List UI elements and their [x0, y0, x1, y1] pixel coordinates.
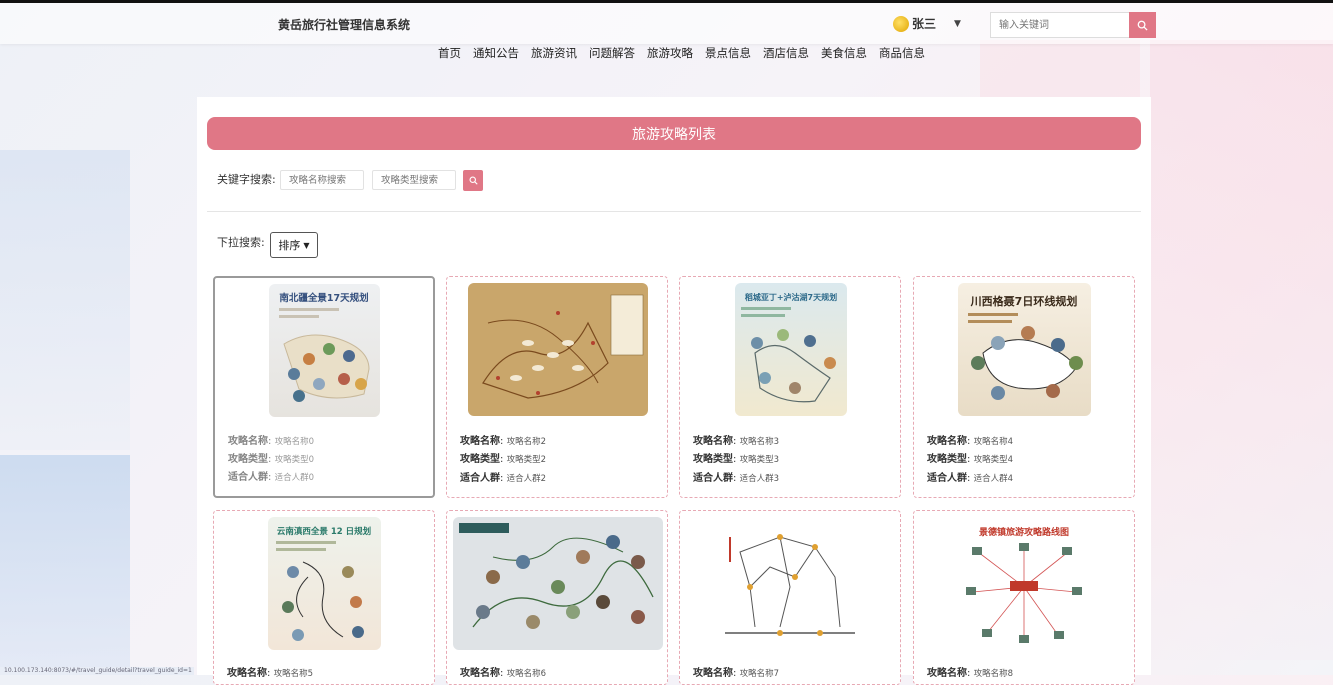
nav-item-home[interactable]: 首页	[432, 45, 467, 61]
guide-type-value: 攻略类型2	[506, 455, 546, 465]
header-search	[990, 12, 1156, 38]
list-title: 旅游攻略列表	[207, 117, 1141, 150]
guide-name-value: 攻略名称2	[506, 437, 546, 447]
divider	[207, 211, 1141, 212]
nav-item-attractions[interactable]: 景点信息	[699, 45, 757, 61]
guide-crowd-value: 适合人群2	[506, 474, 546, 484]
map-image	[482, 294, 644, 399]
sort-dropdown-label: 排序	[278, 239, 301, 252]
guide-type-field: 攻略类型: 攻略类型3	[693, 454, 779, 465]
keyword-search-label: 关键字搜索:	[217, 173, 276, 186]
guide-name-value: 攻略名称7	[739, 669, 779, 679]
caret-down-icon[interactable]: ▼	[954, 19, 961, 29]
guide-crowd-value: 适合人群3	[739, 474, 779, 484]
guide-crowd-value: 适合人群0	[274, 473, 314, 483]
guide-type-field: 攻略类型: 攻略类型4	[927, 454, 1013, 465]
top-bar: 黄岳旅行社管理信息系统 张三 ▼	[0, 0, 1333, 44]
guide-name-field: 攻略名称: 攻略名称5	[227, 668, 313, 679]
search-icon	[468, 176, 478, 185]
map-image: 云南滇西全景 12 日规划	[276, 526, 371, 641]
status-bar-url: 10.100.173.140:8073/#/travel_guide/detai…	[0, 667, 194, 675]
map-image: 景德镇旅游攻略路线图	[966, 526, 1082, 643]
guide-card[interactable]: 攻略名称: 攻略名称7	[679, 510, 901, 685]
guide-card[interactable]: 云南滇西全景 12 日规划 攻略名称: 攻略名称5	[213, 510, 435, 685]
guide-name-value: 攻略名称0	[274, 437, 314, 447]
guide-thumbnail[interactable]: 川西格聂7日环线规划	[958, 283, 1091, 416]
guide-thumbnail[interactable]	[468, 283, 648, 416]
header-search-button[interactable]	[1129, 12, 1156, 38]
keyword-search-button[interactable]	[463, 170, 483, 191]
nav-item-hotels[interactable]: 酒店信息	[757, 45, 815, 61]
guide-type-field: 攻略类型: 攻略类型0	[228, 454, 314, 465]
map-image: 稻城亚丁+泸沽湖7天规划	[741, 292, 837, 403]
guide-card[interactable]: 景德镇旅游攻略路线图 攻略名称: 攻略名称8	[913, 510, 1135, 685]
guide-card[interactable]: 川西格聂7日环线规划 攻略名称: 攻略名称4 攻略类型: 攻略类型4 适合人群:…	[913, 276, 1135, 498]
header-search-input[interactable]	[990, 12, 1129, 38]
guide-name-field: 攻略名称: 攻略名称3	[693, 436, 779, 447]
map-image	[459, 523, 654, 629]
guide-crowd-field: 适合人群: 适合人群0	[228, 472, 314, 483]
thumb-title: 景德镇旅游攻略路线图	[979, 526, 1069, 538]
user-name: 张三	[912, 17, 937, 31]
guide-type-search-input[interactable]	[372, 170, 456, 190]
guide-card[interactable]: 攻略名称: 攻略名称6	[446, 510, 668, 685]
search-icon	[1137, 20, 1148, 31]
avatar	[893, 15, 909, 32]
guide-name-search-input[interactable]	[280, 170, 364, 190]
guide-type-value: 攻略类型0	[274, 455, 314, 465]
guide-thumbnail[interactable]	[720, 517, 860, 650]
guide-card[interactable]: 稻城亚丁+泸沽湖7天规划 攻略名称: 攻略名称3 攻略类型: 攻略类型3 适合人…	[679, 276, 901, 498]
guide-name-field: 攻略名称: 攻略名称4	[927, 436, 1013, 447]
guide-type-value: 攻略类型3	[739, 455, 779, 465]
guide-thumbnail[interactable]: 稻城亚丁+泸沽湖7天规划	[735, 283, 847, 416]
background-shape	[1150, 40, 1333, 660]
nav-item-food[interactable]: 美食信息	[815, 45, 873, 61]
guide-name-field: 攻略名称: 攻略名称2	[460, 436, 546, 447]
nav-item-news[interactable]: 旅游资讯	[525, 45, 583, 61]
nav-item-guides[interactable]: 旅游攻略	[641, 45, 699, 61]
guide-name-field: 攻略名称: 攻略名称8	[927, 668, 1013, 679]
guide-thumbnail[interactable]: 景德镇旅游攻略路线图	[958, 517, 1091, 650]
map-image	[725, 534, 855, 636]
main-nav: 首页 通知公告 旅游资讯 问题解答 旅游攻略 景点信息 酒店信息 美食信息 商品…	[0, 45, 1333, 61]
guide-crowd-field: 适合人群: 适合人群3	[693, 473, 779, 484]
guide-thumbnail[interactable]	[453, 517, 663, 650]
guide-crowd-field: 适合人群: 适合人群4	[927, 473, 1013, 484]
dropdown-search-label: 下拉搜索:	[217, 236, 265, 249]
caret-down-icon: ▼	[303, 240, 310, 250]
guide-card[interactable]: 南北疆全景17天规划 攻略名称: 攻略名称0 攻略类型: 攻略类型0 适合人群:…	[213, 276, 435, 498]
nav-item-qa[interactable]: 问题解答	[583, 45, 641, 61]
guide-name-field: 攻略名称: 攻略名称0	[228, 436, 314, 447]
thumb-title: 云南滇西全景 12 日规划	[277, 526, 371, 537]
background-shape	[0, 455, 130, 675]
thumb-title: 稻城亚丁+泸沽湖7天规划	[745, 292, 837, 302]
user-menu[interactable]: 张三 ▼	[893, 15, 961, 32]
sort-dropdown[interactable]: 排序 ▼	[270, 232, 318, 258]
guide-crowd-value: 适合人群4	[973, 474, 1013, 484]
background-shape	[0, 150, 130, 450]
guide-name-value: 攻略名称8	[973, 669, 1013, 679]
site-title: 黄岳旅行社管理信息系统	[278, 18, 411, 32]
guide-name-field: 攻略名称: 攻略名称6	[460, 668, 546, 679]
guide-name-value: 攻略名称4	[973, 437, 1013, 447]
map-image: 南北疆全景17天规划	[279, 292, 370, 402]
guide-name-value: 攻略名称3	[739, 437, 779, 447]
guide-type-field: 攻略类型: 攻略类型2	[460, 454, 546, 465]
nav-item-notices[interactable]: 通知公告	[467, 45, 525, 61]
thumb-title: 川西格聂7日环线规划	[970, 294, 1078, 308]
guide-name-value: 攻略名称5	[273, 669, 313, 679]
guide-thumbnail[interactable]: 南北疆全景17天规划	[269, 284, 380, 417]
guide-type-value: 攻略类型4	[973, 455, 1013, 465]
guide-name-field: 攻略名称: 攻略名称7	[693, 668, 779, 679]
guide-name-value: 攻略名称6	[506, 669, 546, 679]
guide-crowd-field: 适合人群: 适合人群2	[460, 473, 546, 484]
nav-item-goods[interactable]: 商品信息	[873, 45, 931, 61]
thumb-title: 南北疆全景17天规划	[279, 292, 368, 304]
guide-thumbnail[interactable]: 云南滇西全景 12 日规划	[268, 517, 381, 650]
map-image: 川西格聂7日环线规划	[968, 294, 1083, 400]
guide-card[interactable]: 攻略名称: 攻略名称2 攻略类型: 攻略类型2 适合人群: 适合人群2	[446, 276, 668, 498]
